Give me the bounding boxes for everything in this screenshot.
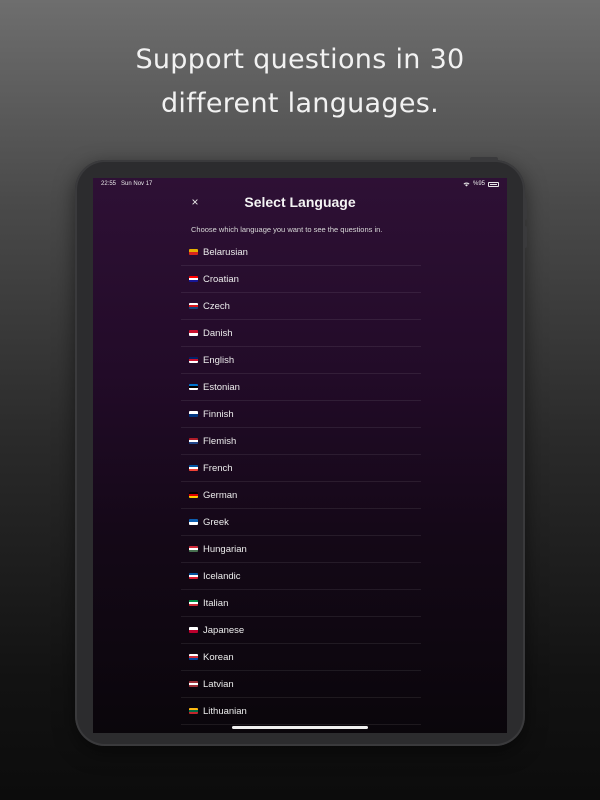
- language-name: Estonian: [203, 381, 240, 393]
- flag-icon: [189, 519, 198, 525]
- language-name: Icelandic: [203, 570, 241, 582]
- headline-line-2: different languages.: [160, 88, 440, 119]
- tablet-volume-up: [523, 198, 527, 220]
- status-date: Sun Nov 17: [121, 181, 153, 187]
- flag-icon: [189, 384, 198, 390]
- flag-icon: [189, 411, 198, 417]
- flag-icon: [189, 249, 198, 255]
- wifi-icon: [463, 182, 470, 186]
- language-item[interactable]: Latvian: [181, 671, 421, 698]
- language-item[interactable]: Japanese: [181, 617, 421, 644]
- language-name: Hungarian: [203, 543, 247, 555]
- language-item[interactable]: French: [181, 455, 421, 482]
- language-name: Danish: [203, 327, 233, 339]
- tablet-volume-down: [523, 226, 527, 248]
- battery-icon: [488, 181, 499, 187]
- language-item[interactable]: Korean: [181, 644, 421, 671]
- language-name: Korean: [203, 651, 234, 663]
- language-name: Japanese: [203, 624, 245, 636]
- status-time: 22:55: [101, 181, 117, 187]
- flag-icon: [189, 573, 198, 579]
- flag-icon: [189, 492, 198, 498]
- status-right: %95: [463, 181, 499, 187]
- language-item[interactable]: German: [181, 482, 421, 509]
- language-name: Croatian: [203, 273, 239, 285]
- flag-icon: [189, 708, 198, 714]
- page-subtitle: Choose which language you want to see th…: [191, 225, 383, 234]
- language-item[interactable]: Czech: [181, 293, 421, 320]
- language-item[interactable]: Hungarian: [181, 536, 421, 563]
- language-name: Flemish: [203, 435, 237, 447]
- status-bar: 22:55 Sun Nov 17 %95: [101, 181, 499, 191]
- flag-icon: [189, 330, 198, 336]
- language-item[interactable]: English: [181, 347, 421, 374]
- flag-icon: [189, 357, 198, 363]
- language-item[interactable]: Croatian: [181, 266, 421, 293]
- language-item[interactable]: Belarusian: [181, 239, 421, 266]
- language-name: English: [203, 354, 235, 366]
- status-time-date: 22:55 Sun Nov 17: [101, 181, 152, 187]
- language-item[interactable]: Icelandic: [181, 563, 421, 590]
- flag-icon: [189, 654, 198, 660]
- language-item[interactable]: Italian: [181, 590, 421, 617]
- language-name: Greek: [203, 516, 229, 528]
- language-name: Latvian: [203, 678, 234, 690]
- flag-icon: [189, 438, 198, 444]
- app-screen: 22:55 Sun Nov 17 %95 × Select Language C…: [93, 178, 507, 733]
- tablet-top-button: [470, 157, 498, 161]
- flag-icon: [189, 600, 198, 606]
- headline-line-1: Support questions in 30: [135, 44, 465, 75]
- language-list: Belarusian Croatian Czech Danish English Esto…: [181, 239, 421, 725]
- language-item[interactable]: Estonian: [181, 374, 421, 401]
- headline: Support questions in 30 different langua…: [0, 38, 600, 126]
- language-name: Lithuanian: [203, 705, 247, 717]
- language-item[interactable]: Greek: [181, 509, 421, 536]
- language-item[interactable]: Danish: [181, 320, 421, 347]
- language-item[interactable]: Finnish: [181, 401, 421, 428]
- home-indicator[interactable]: [232, 726, 368, 729]
- language-name: Belarusian: [203, 246, 248, 258]
- language-name: French: [203, 462, 233, 474]
- flag-icon: [189, 465, 198, 471]
- battery-percent: %95: [472, 181, 485, 187]
- flag-icon: [189, 303, 198, 309]
- language-item[interactable]: Flemish: [181, 428, 421, 455]
- language-item[interactable]: Lithuanian: [181, 698, 421, 725]
- flag-icon: [189, 681, 198, 687]
- flag-icon: [189, 627, 198, 633]
- flag-icon: [189, 546, 198, 552]
- page-title: Select Language: [244, 194, 356, 210]
- language-name: German: [203, 489, 238, 501]
- language-name: Finnish: [203, 408, 234, 420]
- language-name: Italian: [203, 597, 229, 609]
- flag-icon: [189, 276, 198, 282]
- language-name: Czech: [203, 300, 230, 312]
